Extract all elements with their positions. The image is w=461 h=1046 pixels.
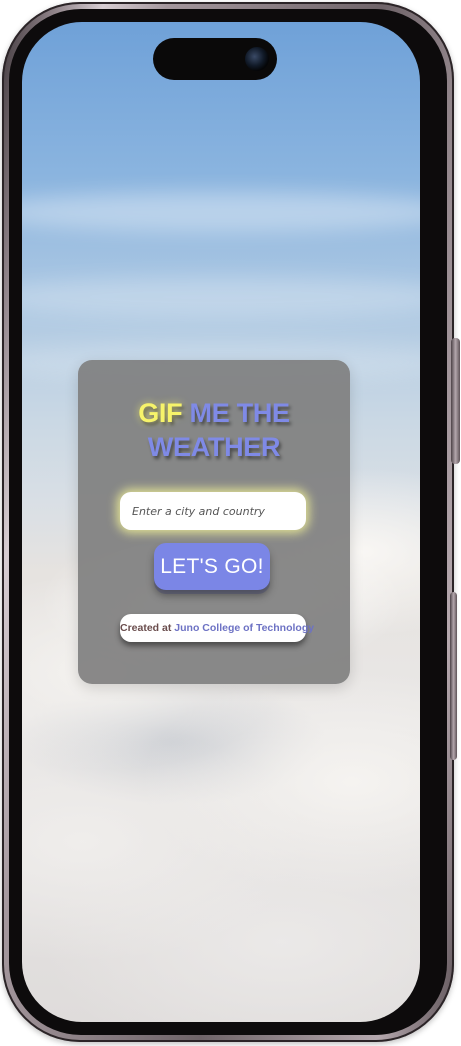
camera-icon: [245, 47, 269, 71]
volume-up-button: [451, 338, 460, 464]
credit-badge: Created at Juno College of Technology: [120, 614, 314, 642]
search-card: GIF ME THE WEATHER LET'S GO! Created at …: [78, 360, 350, 684]
side-button: [450, 592, 457, 760]
sky-cloud-streak: [22, 277, 420, 317]
dynamic-island: [153, 38, 277, 80]
lets-go-button[interactable]: LET'S GO!: [154, 543, 270, 590]
title-line1: ME THE: [189, 398, 291, 428]
sky-cloud-streak: [22, 192, 420, 232]
credit-prefix: Created at: [120, 622, 175, 634]
title-highlight: GIF: [138, 398, 183, 428]
title-line2: WEATHER: [147, 432, 281, 462]
city-search-input[interactable]: [120, 492, 306, 530]
app-title: GIF ME THE WEATHER: [78, 396, 350, 464]
juno-college-link[interactable]: Juno College of Technology: [174, 622, 314, 634]
